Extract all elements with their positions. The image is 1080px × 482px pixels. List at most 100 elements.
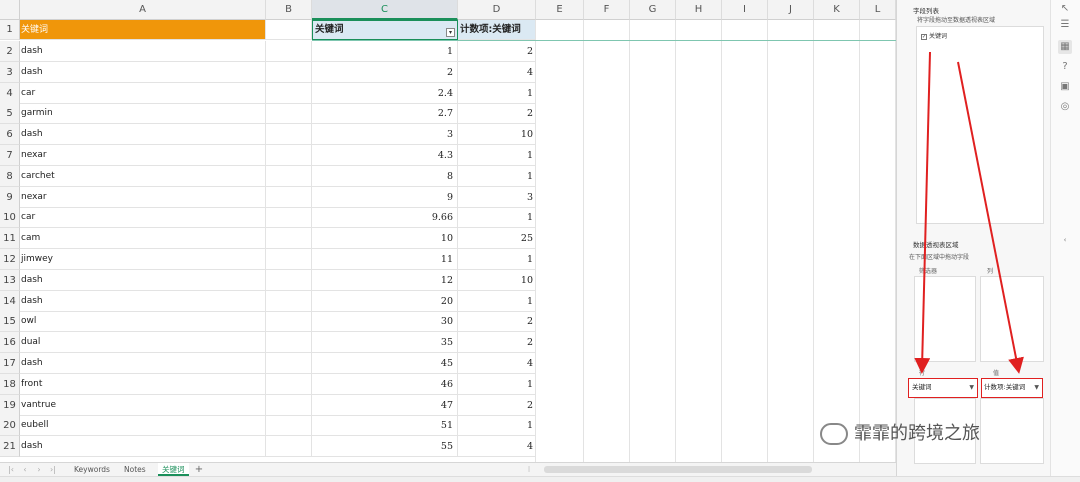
cell-c[interactable]: 35 — [312, 332, 458, 354]
column-header-g[interactable]: G — [630, 0, 676, 20]
cell-b[interactable] — [266, 353, 312, 374]
cell-c[interactable]: 30 — [312, 311, 458, 333]
cell-d[interactable]: 2 — [458, 332, 536, 354]
cell-d[interactable]: 1 — [458, 82, 536, 104]
cell-c[interactable]: 45 — [312, 353, 458, 374]
cell-c[interactable]: 55 — [312, 436, 458, 458]
column-header-e[interactable]: E — [536, 0, 584, 20]
column-header-a[interactable]: A — [20, 0, 266, 20]
cell-a[interactable]: eubell — [20, 415, 266, 437]
cell-b[interactable] — [266, 186, 312, 208]
cell-a[interactable]: dash — [20, 41, 266, 62]
cell-c[interactable]: 9 — [312, 186, 458, 208]
row-header[interactable]: 17 — [0, 353, 20, 374]
cell-d[interactable]: 4 — [458, 353, 536, 374]
cell-a[interactable]: dual — [20, 332, 266, 354]
cell-c[interactable]: 3 — [312, 124, 458, 146]
add-sheet-button[interactable]: + — [194, 464, 204, 475]
cell-a[interactable]: nexar — [20, 145, 266, 166]
value-area-box[interactable] — [980, 398, 1044, 464]
next-sheet-icon[interactable]: › — [34, 464, 44, 475]
cell-c[interactable]: 10 — [312, 228, 458, 250]
location-icon[interactable]: ◎ — [1058, 100, 1072, 114]
column-header-f[interactable]: F — [584, 0, 630, 20]
cell-d[interactable]: 1 — [458, 165, 536, 187]
cell-c[interactable]: 51 — [312, 415, 458, 437]
cell-c[interactable]: 9.66 — [312, 207, 458, 229]
cell-d[interactable]: 1 — [458, 249, 536, 270]
cell-a[interactable]: nexar — [20, 186, 266, 208]
cell-d[interactable]: 1 — [458, 290, 536, 312]
cell-a[interactable]: front — [20, 373, 266, 395]
cell-c[interactable]: 2.4 — [312, 82, 458, 104]
cell-d[interactable]: 3 — [458, 186, 536, 208]
cell-b[interactable] — [266, 394, 312, 416]
row-header[interactable]: 3 — [0, 61, 20, 83]
sheet-tab[interactable]: Notes — [120, 463, 150, 476]
horizontal-scrollbar[interactable] — [544, 466, 812, 473]
cell-c[interactable]: 47 — [312, 394, 458, 416]
row-header[interactable]: 7 — [0, 145, 20, 166]
column-header-j[interactable]: J — [768, 0, 814, 20]
cell-b[interactable] — [266, 61, 312, 83]
row-header[interactable]: 1 — [0, 20, 20, 40]
row-header[interactable]: 8 — [0, 165, 20, 187]
cell-c[interactable]: 4.3 — [312, 145, 458, 166]
cell-d[interactable]: 10 — [458, 124, 536, 146]
filter-area-box[interactable] — [914, 276, 976, 362]
column-header-k[interactable]: K — [814, 0, 860, 20]
cell-a[interactable]: dash — [20, 61, 266, 83]
cell-c[interactable]: 11 — [312, 249, 458, 270]
pivot-pane-icon[interactable]: ▦ — [1058, 40, 1072, 54]
cell-a[interactable]: garmin — [20, 103, 266, 125]
cell-a[interactable]: dash — [20, 436, 266, 458]
cell-a[interactable]: jimwey — [20, 249, 266, 270]
cell-d[interactable]: 4 — [458, 61, 536, 83]
cell-d[interactable]: 2 — [458, 311, 536, 333]
pivot-value-header-cell[interactable]: 计数项:关键词 — [458, 20, 536, 40]
cell-b[interactable] — [266, 249, 312, 270]
row-header[interactable]: 18 — [0, 373, 20, 395]
sheet-tab[interactable]: Keywords — [70, 463, 114, 476]
cell-b[interactable] — [266, 124, 312, 146]
cell-d[interactable]: 1 — [458, 207, 536, 229]
cell-b[interactable] — [266, 269, 312, 291]
column-header-l[interactable]: L — [860, 0, 896, 20]
collapse-handle-icon[interactable]: ‹ — [1058, 233, 1072, 247]
cell-b[interactable] — [266, 207, 312, 229]
cell-d[interactable]: 4 — [458, 436, 536, 458]
cell-b[interactable] — [266, 228, 312, 250]
pivot-row-header-cell[interactable]: 关键词 ▾ — [312, 20, 458, 40]
row-header[interactable]: 13 — [0, 269, 20, 291]
cell-b[interactable] — [266, 145, 312, 166]
cell-d[interactable]: 2 — [458, 103, 536, 125]
checkbox-checked-icon[interactable]: ✓ — [921, 34, 927, 40]
column-header-b[interactable]: B — [266, 0, 312, 20]
cell-c[interactable]: 20 — [312, 290, 458, 312]
cell-a[interactable]: cam — [20, 228, 266, 250]
select-all-corner[interactable] — [0, 0, 20, 20]
column-header-i[interactable]: I — [722, 0, 768, 20]
cell-d[interactable]: 10 — [458, 269, 536, 291]
last-sheet-icon[interactable]: ›| — [48, 464, 58, 475]
cell-c[interactable]: 1 — [312, 41, 458, 62]
cell-b[interactable] — [266, 41, 312, 62]
cell-c[interactable]: 46 — [312, 373, 458, 395]
cell-a[interactable]: car — [20, 207, 266, 229]
help-icon[interactable]: ? — [1058, 60, 1072, 74]
cell-a[interactable]: dash — [20, 124, 266, 146]
row-header[interactable]: 12 — [0, 249, 20, 270]
cell-d[interactable]: 25 — [458, 228, 536, 250]
cell-b[interactable] — [266, 415, 312, 437]
cell-b[interactable] — [266, 103, 312, 125]
cell-b[interactable] — [266, 82, 312, 104]
cell-b[interactable] — [266, 165, 312, 187]
filter-dropdown-icon[interactable]: ▾ — [446, 28, 455, 37]
sheet-tab[interactable]: 关键词 — [158, 463, 189, 476]
column-header-h[interactable]: H — [676, 0, 722, 20]
cell-a[interactable]: owl — [20, 311, 266, 333]
cell-c[interactable]: 12 — [312, 269, 458, 291]
prev-sheet-icon[interactable]: ‹ — [20, 464, 30, 475]
cell-d[interactable]: 2 — [458, 41, 536, 62]
cell-a[interactable]: carchet — [20, 165, 266, 187]
